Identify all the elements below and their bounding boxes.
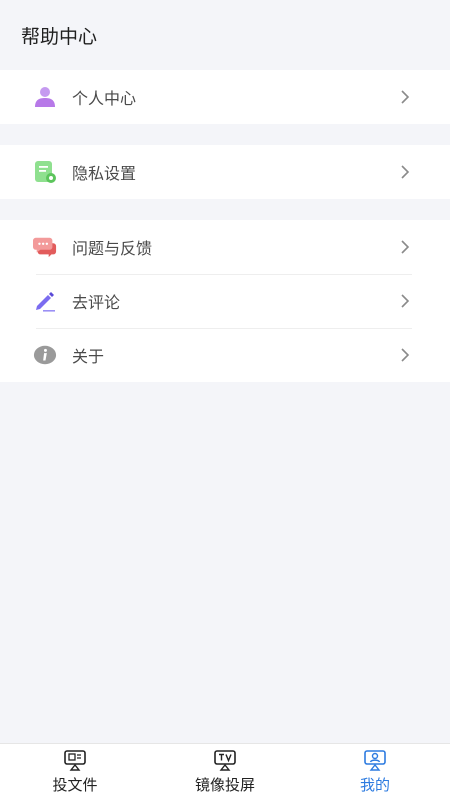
tv-mirror-icon (213, 749, 237, 771)
menu-group-profile: 个人中心 (0, 70, 450, 124)
info-icon (33, 343, 57, 367)
user-icon (33, 85, 57, 109)
menu-item-label: 问题与反馈 (72, 239, 153, 258)
menu-group-support: 问题与反馈 去评论 关于 (0, 220, 450, 382)
menu-item-label: 个人中心 (72, 89, 137, 108)
menu-item-label: 关于 (72, 347, 105, 366)
tab-cast-file[interactable]: 投文件 (0, 744, 150, 800)
privacy-settings-icon (33, 160, 57, 184)
menu-item-review[interactable]: 去评论 (0, 274, 450, 328)
chat-bubbles-icon (33, 235, 57, 259)
profile-icon (363, 749, 387, 771)
chevron-right-icon (400, 239, 412, 255)
tab-mine[interactable]: 我的 (300, 744, 450, 800)
chevron-right-icon (400, 89, 412, 105)
tab-label: 投文件 (52, 776, 98, 794)
tab-mirror-cast[interactable]: 镜像投屏 (150, 744, 300, 800)
menu-item-feedback[interactable]: 问题与反馈 (0, 220, 450, 274)
cast-file-icon (63, 749, 87, 771)
menu-item-personal-center[interactable]: 个人中心 (0, 70, 450, 124)
pencil-icon (33, 289, 57, 313)
menu-item-privacy-settings[interactable]: 隐私设置 (0, 145, 450, 199)
bottom-tab-bar: 投文件 镜像投屏 我的 (0, 743, 450, 800)
tab-label: 我的 (359, 776, 390, 794)
chevron-right-icon (400, 347, 412, 363)
menu-group-privacy: 隐私设置 (0, 145, 450, 199)
menu-item-about[interactable]: 关于 (0, 328, 450, 382)
page-header: 帮助中心 (0, 0, 450, 70)
page-title: 帮助中心 (21, 25, 98, 48)
tab-label: 镜像投屏 (194, 776, 255, 794)
help-center-screen: 帮助中心 个人中心 隐私设置 问题与反馈 去评论 关于 投文件 镜像投屏 我的 (0, 0, 450, 800)
menu-item-label: 去评论 (72, 293, 121, 312)
chevron-right-icon (400, 164, 412, 180)
chevron-right-icon (400, 293, 412, 309)
menu-item-label: 隐私设置 (72, 164, 137, 183)
